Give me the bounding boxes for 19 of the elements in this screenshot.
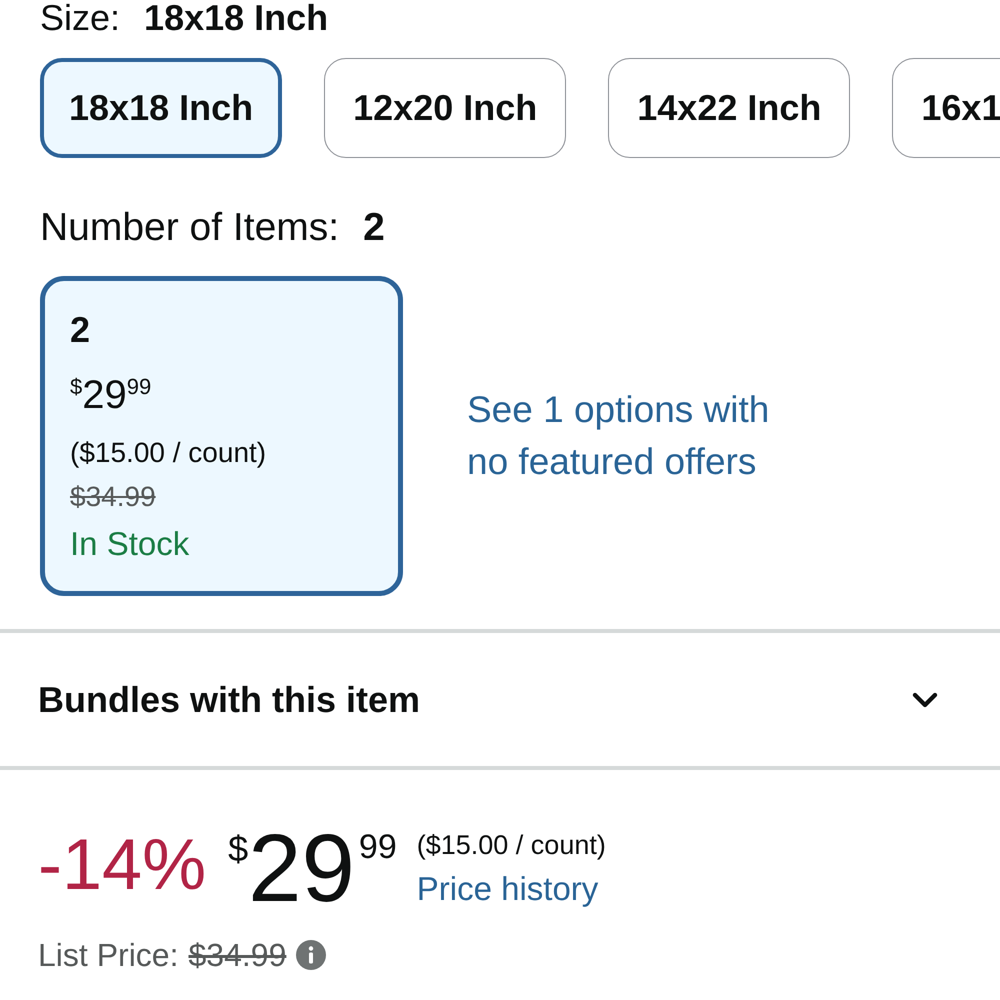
price-history-link[interactable]: Price history: [416, 867, 598, 911]
info-icon[interactable]: [296, 940, 326, 970]
size-label: Size:: [40, 0, 120, 36]
bundles-accordion[interactable]: Bundles with this item: [0, 633, 1000, 766]
option-list-price: $34.99: [70, 480, 156, 514]
savings-percent: -14%: [38, 829, 206, 901]
number-of-items-label: Number of Items:: [40, 206, 340, 250]
size-option[interactable]: 18x18 Inch: [40, 58, 282, 158]
list-price-label: List Price:: [38, 936, 178, 975]
selected-size-value: 18x18 Inch: [144, 0, 328, 36]
list-price-value: $34.99: [188, 936, 286, 975]
size-option[interactable]: 12x20 Inch: [324, 58, 566, 158]
availability-status: In Stock: [70, 524, 190, 564]
unit-price: ($15.00 / count): [416, 829, 606, 862]
selected-number-value: 2: [363, 206, 385, 250]
see-options-link[interactable]: See 1 options with no featured offers: [467, 384, 797, 488]
size-option[interactable]: 14x22 Inch: [608, 58, 850, 158]
option-count: 2: [70, 310, 90, 350]
option-unit-price: ($15.00 / count): [70, 436, 266, 470]
